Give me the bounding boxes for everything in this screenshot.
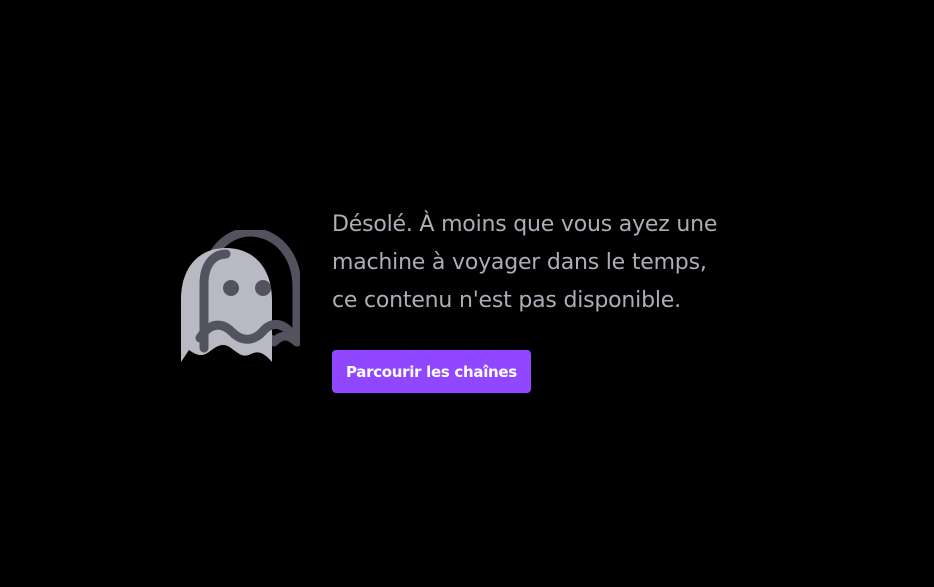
ghost-right-eye	[255, 280, 271, 296]
error-message-line: machine à voyager dans le temps,	[332, 250, 707, 275]
error-content: Désolé. À moins que vous ayez une machin…	[332, 206, 772, 393]
error-message: Désolé. À moins que vous ayez une machin…	[332, 206, 772, 320]
error-message-line: Désolé. À moins que vous ayez une	[332, 212, 718, 237]
ghost-icon	[181, 230, 300, 362]
error-page: Désolé. À moins que vous ayez une machin…	[0, 0, 934, 587]
browse-channels-button[interactable]: Parcourir les chaînes	[332, 350, 531, 393]
error-message-line: ce contenu n'est pas disponible.	[332, 288, 681, 313]
ghost-left-eye	[223, 280, 239, 296]
ghost-front-body	[181, 248, 272, 362]
